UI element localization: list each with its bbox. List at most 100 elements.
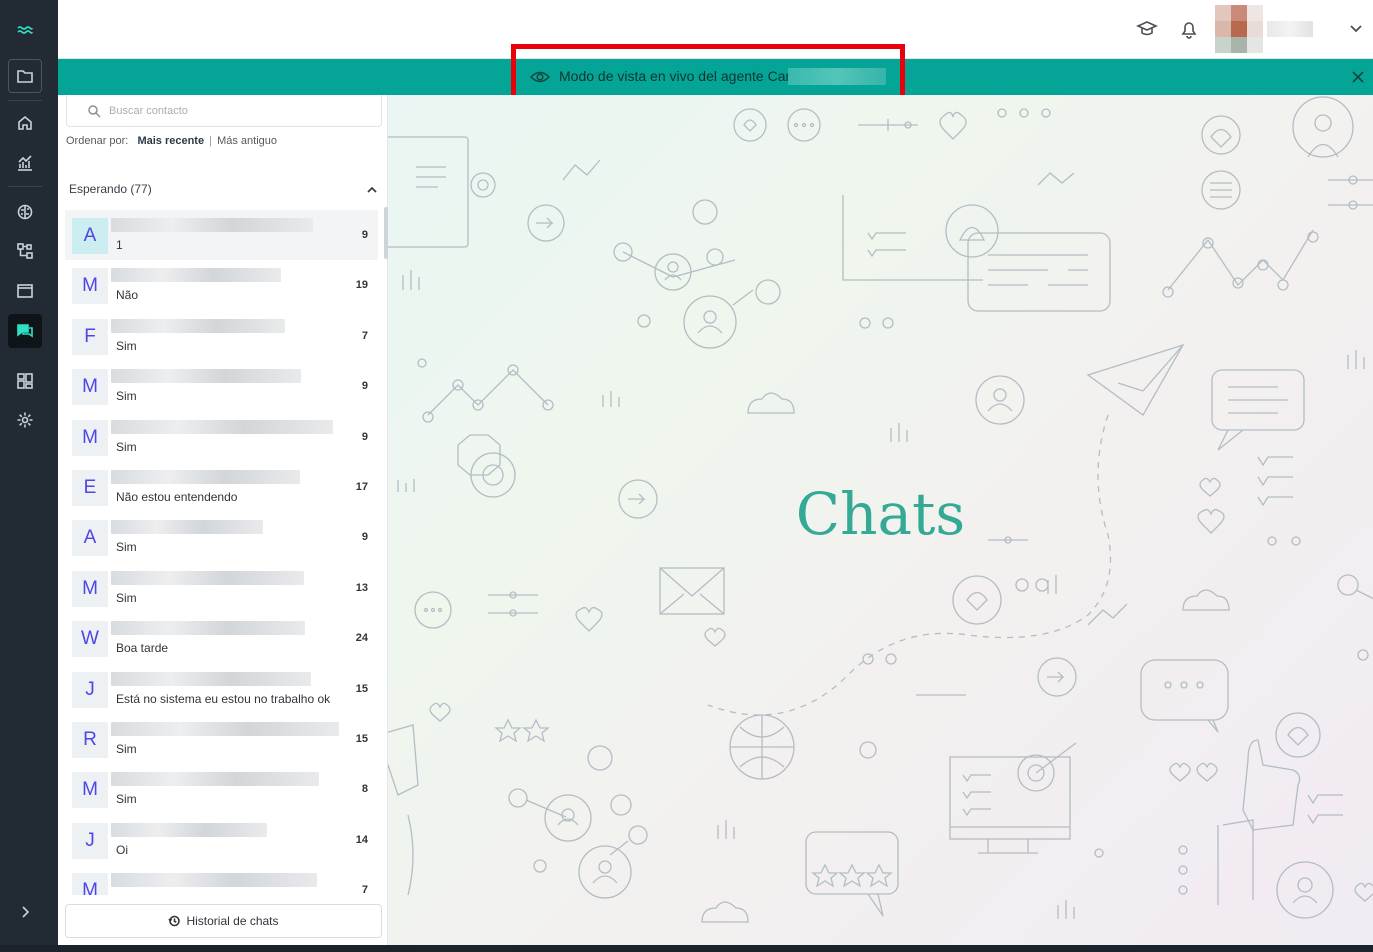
- contact-row[interactable]: R Sim 15: [65, 714, 378, 764]
- contact-last-message: Sim: [116, 792, 137, 807]
- live-view-banner: Modo de vista en vivo del agente Car: [58, 59, 1373, 95]
- unread-count-badge: 17: [355, 480, 368, 493]
- user-name-redacted: [1267, 21, 1313, 37]
- unread-count-badge: 7: [361, 884, 368, 895]
- unread-count-badge: 9: [361, 531, 368, 544]
- unread-count-badge: 15: [355, 732, 368, 745]
- contact-row[interactable]: M Sim 9: [65, 361, 378, 411]
- contact-name-redacted: [111, 570, 304, 585]
- contact-name-redacted: [111, 419, 333, 434]
- contact-last-message: Boa tarde: [116, 641, 169, 656]
- unread-count-badge: 9: [361, 380, 368, 393]
- eye-icon: [529, 68, 551, 86]
- contact-row[interactable]: J Está no sistema eu estou no trabalho ok…: [65, 664, 378, 714]
- unread-count-badge: 7: [361, 329, 368, 342]
- contact-name-redacted: [111, 469, 300, 484]
- contact-row[interactable]: A Sim 9: [65, 512, 378, 562]
- contact-avatar-letter: J: [72, 822, 108, 859]
- chevron-up-icon[interactable]: [365, 183, 379, 197]
- contact-avatar-letter: E: [72, 469, 108, 506]
- rail-divider: [8, 186, 42, 187]
- contact-row[interactable]: F Sim 7: [65, 311, 378, 361]
- contact-row[interactable]: M Não 19: [65, 260, 378, 310]
- contact-last-message: Não estou entendendo: [116, 489, 238, 504]
- contact-last-message: Sim: [116, 741, 137, 756]
- contact-avatar-letter: F: [72, 318, 108, 355]
- contact-avatar-letter: M: [72, 873, 108, 895]
- contact-row[interactable]: J Oi 14: [65, 815, 378, 865]
- unread-count-badge: 24: [355, 632, 368, 645]
- contact-last-message: Sim: [116, 540, 137, 555]
- flow-icon[interactable]: [8, 234, 42, 268]
- contact-name-redacted: [111, 822, 267, 837]
- home-icon[interactable]: [8, 106, 42, 140]
- contact-list: A 1 9 M Não 19 F Sim 7 M Sim 9 M Sim 9 E Não estou enten…: [65, 210, 378, 895]
- chat-icon[interactable]: [8, 314, 42, 348]
- window-icon[interactable]: [8, 274, 42, 308]
- bell-icon[interactable]: [1178, 18, 1200, 40]
- contact-avatar-letter: W: [72, 621, 108, 658]
- contact-last-message: Sim: [116, 439, 137, 454]
- sort-bar: Ordenar por: Mais recente | Más antiguo: [66, 135, 277, 147]
- contact-name-redacted: [111, 621, 305, 636]
- contact-last-message: Oi: [116, 842, 128, 857]
- contact-row[interactable]: M Sim 9: [65, 412, 378, 462]
- contact-name-redacted: [111, 772, 319, 787]
- contact-avatar-letter: M: [72, 268, 108, 305]
- chevron-right-icon[interactable]: [8, 895, 42, 929]
- contact-avatar-letter: M: [72, 419, 108, 456]
- unread-count-badge: 9: [361, 430, 368, 443]
- search-icon: [87, 104, 101, 118]
- analytics-icon[interactable]: [8, 146, 42, 180]
- unread-count-badge: 8: [361, 783, 368, 796]
- contact-row[interactable]: M Sim 8: [65, 764, 378, 814]
- sort-separator: |: [209, 135, 213, 147]
- contact-last-message: Não: [116, 288, 139, 303]
- contact-avatar-letter: M: [72, 570, 108, 607]
- contact-row[interactable]: M7: [65, 865, 378, 895]
- folder-icon[interactable]: [8, 59, 42, 93]
- contact-last-message: Sim: [116, 389, 137, 404]
- chats-title: Chats: [795, 480, 966, 548]
- left-nav-rail: [0, 0, 58, 952]
- contact-row[interactable]: M Sim 13: [65, 563, 378, 613]
- settings-icon[interactable]: [8, 403, 42, 437]
- contact-name-redacted: [111, 520, 263, 535]
- contact-last-message: Sim: [116, 338, 137, 353]
- contact-avatar-letter: A: [72, 218, 108, 254]
- close-icon[interactable]: [1351, 70, 1365, 84]
- chat-history-label: Historial de chats: [186, 914, 279, 928]
- bottom-strip: [0, 945, 1373, 952]
- unread-count-badge: 19: [355, 279, 368, 292]
- contact-avatar-letter: A: [72, 520, 108, 557]
- unread-count-badge: 13: [355, 581, 368, 594]
- contact-avatar-letter: R: [72, 721, 108, 758]
- contact-row[interactable]: A1 9: [65, 210, 378, 261]
- search-box: [66, 95, 382, 127]
- chat-history-button[interactable]: Historial de chats: [65, 904, 382, 938]
- banner-text: Modo de vista en vivo del agente Car: [559, 68, 791, 84]
- contact-last-message: 1: [116, 238, 123, 252]
- contact-avatar-letter: M: [72, 772, 108, 809]
- contact-name-redacted: [111, 318, 285, 333]
- avatar[interactable]: [1215, 5, 1263, 53]
- graduation-cap-icon[interactable]: [1136, 18, 1158, 40]
- contact-row[interactable]: E Não estou entendendo 17: [65, 462, 378, 512]
- waves-logo-icon[interactable]: [8, 14, 42, 48]
- waiting-section-title[interactable]: Esperando (77): [69, 182, 152, 196]
- search-input[interactable]: [109, 101, 369, 121]
- chats-main-area: Chats: [388, 95, 1373, 945]
- dashboard-icon[interactable]: [8, 364, 42, 398]
- contact-avatar-letter: J: [72, 671, 108, 708]
- contact-row[interactable]: W Boa tarde 24: [65, 613, 378, 663]
- contact-last-message: Sim: [116, 590, 137, 605]
- sort-option-recent[interactable]: Mais recente: [137, 135, 204, 147]
- sort-option-oldest[interactable]: Más antiguo: [217, 135, 277, 147]
- chevron-down-icon[interactable]: [1348, 20, 1364, 36]
- contact-name-redacted: [111, 671, 311, 686]
- contact-last-message: Está no sistema eu estou no trabalho ok: [116, 691, 331, 706]
- contact-name-redacted: [111, 218, 313, 232]
- unread-count-badge: 15: [355, 682, 368, 695]
- brain-icon[interactable]: [8, 195, 42, 229]
- sort-label: Ordenar por:: [66, 135, 129, 147]
